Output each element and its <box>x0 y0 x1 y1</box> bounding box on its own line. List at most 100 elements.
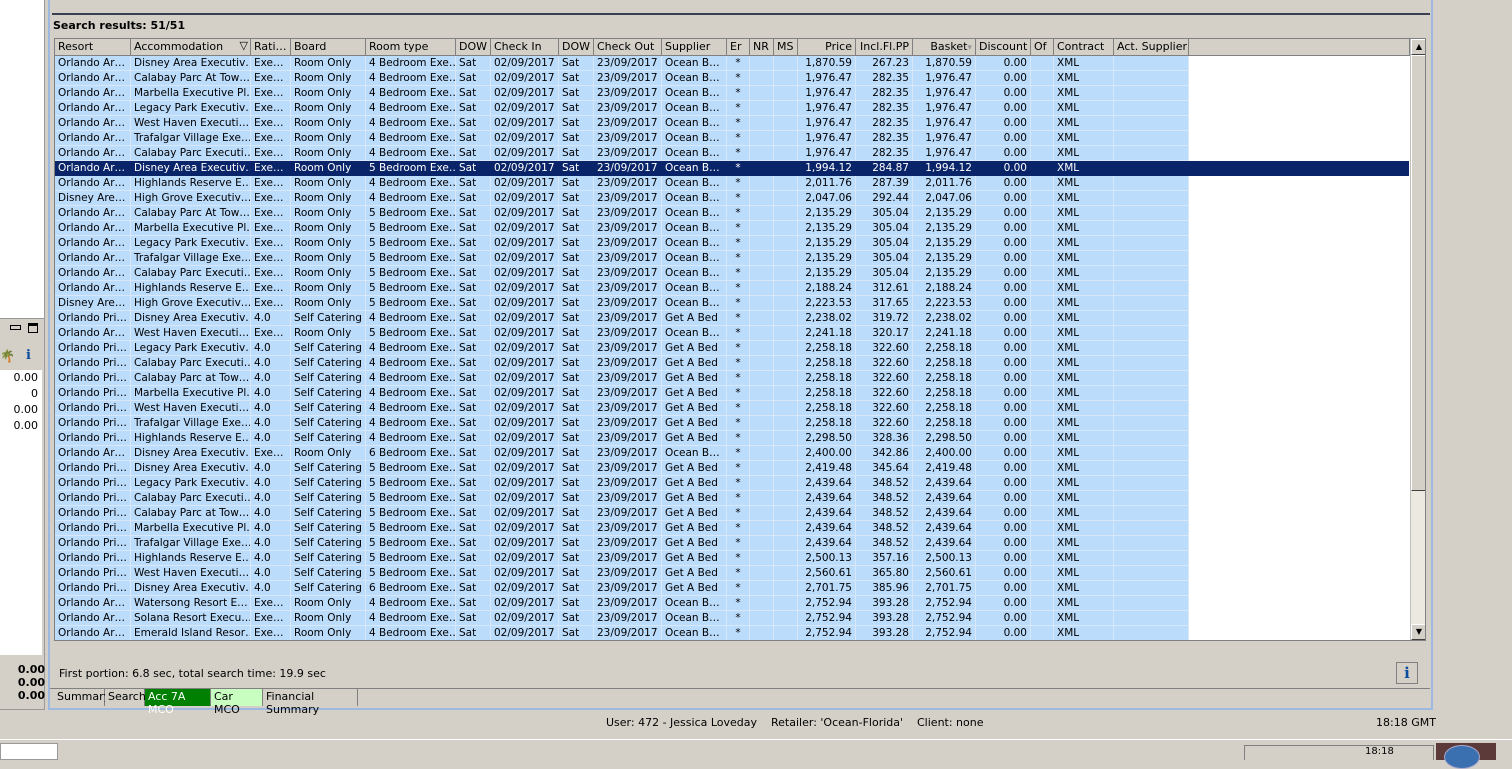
taskbar-item[interactable] <box>0 743 58 760</box>
info-icon[interactable]: i <box>26 348 31 363</box>
column-header[interactable]: Price <box>798 39 856 56</box>
table-row[interactable]: Orlando Ar… Highlands Reserve E… Exe… Room … <box>55 176 1189 191</box>
table-cell: XML <box>1054 446 1114 461</box>
tray-clock[interactable]: 18:18 <box>1365 746 1394 757</box>
tab-summary[interactable]: Summary <box>54 689 110 706</box>
table-cell: Orlando Pri… <box>55 461 131 476</box>
column-header[interactable]: Accommodation ▽ <box>131 39 251 56</box>
column-header[interactable]: Contract <box>1054 39 1114 56</box>
table-row[interactable]: Orlando Ar… Marbella Executive Pl… Exe… Roo… <box>55 86 1189 101</box>
table-row[interactable]: Disney Are… High Grove Executiv… Exe… Room … <box>55 191 1189 206</box>
tab-acc-7a-mco[interactable]: Acc 7A MCO <box>145 689 211 716</box>
table-cell: 4.0 <box>251 416 291 431</box>
table-cell: Self Catering <box>291 386 366 401</box>
table-row[interactable]: Disney Are… High Grove Executiv… Exe… Room … <box>55 296 1189 311</box>
column-header[interactable]: Room type <box>366 39 456 56</box>
column-header[interactable]: Basket▾ <box>913 39 976 56</box>
table-cell: * <box>727 626 750 640</box>
column-header[interactable]: DOW <box>559 39 594 56</box>
table-cell: Self Catering <box>291 356 366 371</box>
table-cell: 2,560.61 <box>798 566 856 581</box>
table-row[interactable]: Orlando Ar… Calabay Parc At Tow… Exe… Room … <box>55 206 1189 221</box>
table-cell <box>750 506 774 521</box>
scroll-up-icon[interactable]: ▲ <box>1411 39 1425 55</box>
table-row[interactable]: Orlando Pri… Trafalgar Village Exe… 4.0 Sel… <box>55 416 1189 431</box>
table-row[interactable]: Orlando Pri… Marbella Executive Pl… 4.0 Sel… <box>55 521 1189 536</box>
table-row[interactable]: Orlando Ar… Calabay Parc Executi… Exe… Room… <box>55 146 1189 161</box>
info-button[interactable]: i <box>1396 662 1418 684</box>
table-row[interactable]: Orlando Ar… Calabay Parc At Tow… Exe… Room … <box>55 71 1189 86</box>
table-cell: Sat <box>559 416 594 431</box>
table-cell: 2,135.29 <box>798 266 856 281</box>
column-header[interactable]: Board <box>291 39 366 56</box>
table-row[interactable]: Orlando Ar… Legacy Park Executiv… Exe… Room… <box>55 101 1189 116</box>
table-row[interactable]: Orlando Ar… Solana Resort Execu… Exe… Room … <box>55 611 1189 626</box>
table-row[interactable]: Orlando Ar… Disney Area Executiv… Exe… Room… <box>55 56 1189 71</box>
table-row[interactable]: Orlando Ar… Watersong Resort E… Exe… Room O… <box>55 596 1189 611</box>
results-grid[interactable]: Resort Accommodation ▽ Rati… Board Room type D… <box>54 38 1426 641</box>
table-row[interactable]: Orlando Pri… Highlands Reserve E… 4.0 Self … <box>55 551 1189 566</box>
table-row[interactable]: Orlando Ar… Highlands Reserve E… Exe… Room … <box>55 281 1189 296</box>
table-row[interactable]: Orlando Ar… Calabay Parc Executi… Exe… Room… <box>55 266 1189 281</box>
table-row[interactable]: Orlando Pri… Disney Area Executiv… 4.0 Self… <box>55 581 1189 596</box>
table-row[interactable]: Orlando Pri… Highlands Reserve E… 4.0 Self … <box>55 431 1189 446</box>
table-row[interactable]: Orlando Ar… Disney Area Executiv… Exe… Room… <box>55 161 1409 176</box>
table-cell: 4 Bedroom Exe… <box>366 176 456 191</box>
table-row[interactable]: Orlando Pri… West Haven Executi… 4.0 Self C… <box>55 566 1189 581</box>
table-row[interactable]: Orlando Ar… West Haven Executi… Exe… Room O… <box>55 116 1189 131</box>
table-row[interactable]: Orlando Ar… Emerald Island Resor… Exe… Room… <box>55 626 1189 640</box>
table-cell: Sat <box>456 596 491 611</box>
scroll-thumb[interactable] <box>1411 55 1425 491</box>
filter-icon[interactable]: ▽ <box>240 39 248 52</box>
table-cell: * <box>727 176 750 191</box>
table-row[interactable]: Orlando Ar… Trafalgar Village Exe… Exe… Roo… <box>55 251 1189 266</box>
table-row[interactable]: Orlando Pri… Calabay Parc Executi… 4.0 Self… <box>55 356 1189 371</box>
tab-financial-summary[interactable]: Financial Summary <box>263 689 358 716</box>
table-cell: 0.00 <box>976 461 1031 476</box>
table-cell: Sat <box>559 446 594 461</box>
table-row[interactable]: Orlando Ar… Marbella Executive Pl… Exe… Roo… <box>55 221 1189 236</box>
table-cell: Orlando Pri… <box>55 341 131 356</box>
column-header[interactable]: Supplier <box>662 39 727 56</box>
column-header[interactable]: Of <box>1031 39 1054 56</box>
table-cell <box>750 311 774 326</box>
table-row[interactable]: Orlando Pri… Legacy Park Executiv… 4.0 Self… <box>55 341 1189 356</box>
table-row[interactable]: Orlando Pri… West Haven Executi… 4.0 Self C… <box>55 401 1189 416</box>
table-row[interactable]: Orlando Pri… Calabay Parc at Tow… 4.0 Self … <box>55 506 1189 521</box>
table-row[interactable]: Orlando Pri… Marbella Executive Pl… 4.0 Sel… <box>55 386 1189 401</box>
column-header[interactable]: Check Out <box>594 39 662 56</box>
table-row[interactable]: Orlando Ar… Trafalgar Village Exe… Exe… Roo… <box>55 131 1189 146</box>
column-header[interactable]: Resort <box>55 39 131 56</box>
table-cell: 282.35 <box>856 86 913 101</box>
table-cell: 23/09/2017 <box>594 146 662 161</box>
table-row[interactable]: Orlando Pri… Disney Area Executiv… 4.0 Self… <box>55 311 1189 326</box>
vertical-scrollbar[interactable]: ▲ ▼ <box>1410 39 1425 640</box>
scroll-down-icon[interactable]: ▼ <box>1411 624 1425 640</box>
column-header[interactable]: MS <box>774 39 798 56</box>
table-row[interactable]: Orlando Pri… Calabay Parc at Tow… 4.0 Self … <box>55 371 1189 386</box>
column-header[interactable]: NR <box>750 39 774 56</box>
table-row[interactable]: Orlando Ar… Legacy Park Executiv… Exe… Room… <box>55 236 1189 251</box>
table-row[interactable]: Orlando Ar… Disney Area Executiv… Exe… Room… <box>55 446 1189 461</box>
column-header[interactable]: Rati… <box>251 39 291 56</box>
table-row[interactable]: Orlando Pri… Disney Area Executiv… 4.0 Self… <box>55 461 1189 476</box>
table-row[interactable]: Orlando Pri… Trafalgar Village Exe… 4.0 Sel… <box>55 536 1189 551</box>
table-cell <box>1031 461 1054 476</box>
start-button-icon[interactable] <box>1444 745 1480 769</box>
column-header[interactable]: Check In <box>491 39 559 56</box>
column-header[interactable]: Er <box>727 39 750 56</box>
table-row[interactable]: Orlando Ar… West Haven Executi… Exe… Room O… <box>55 326 1189 341</box>
table-cell: Get A Bed <box>662 506 727 521</box>
table-cell: XML <box>1054 311 1114 326</box>
minimize-icon[interactable] <box>10 325 21 330</box>
table-row[interactable]: Orlando Pri… Legacy Park Executiv… 4.0 Self… <box>55 476 1189 491</box>
tab-car-mco[interactable]: Car MCO <box>211 689 263 716</box>
tab-search[interactable]: Search <box>105 689 146 706</box>
column-header[interactable]: DOW <box>456 39 491 56</box>
table-cell: Ocean B… <box>662 206 727 221</box>
column-header[interactable]: Act. Supplier <box>1114 39 1189 56</box>
table-row[interactable]: Orlando Pri… Calabay Parc Executi… 4.0 Self… <box>55 491 1189 506</box>
maximize-icon[interactable] <box>28 323 38 333</box>
column-header[interactable]: Discount <box>976 39 1031 56</box>
column-header[interactable]: Incl.Fl.PP <box>856 39 913 56</box>
